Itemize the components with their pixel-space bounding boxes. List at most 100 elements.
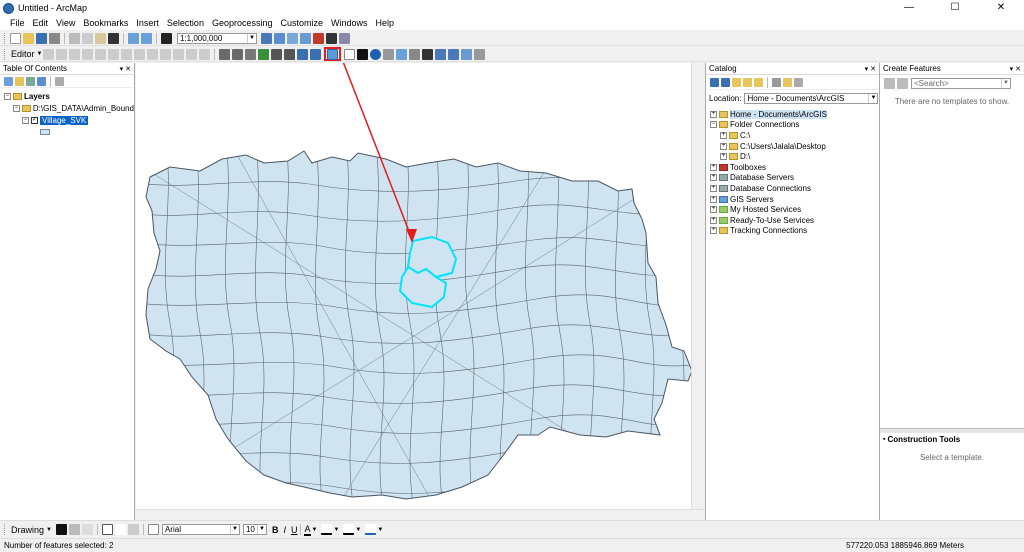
- trace-icon[interactable]: [95, 48, 107, 60]
- new-map-icon[interactable]: [10, 32, 21, 44]
- drawing-menu[interactable]: Drawing: [9, 525, 46, 535]
- fixed-zoom-in-icon[interactable]: [271, 48, 283, 60]
- expand-icon[interactable]: +: [710, 195, 717, 203]
- catalog-item-desktop[interactable]: + C:\Users\Jalala\Desktop: [706, 141, 879, 152]
- toggle-contents-icon[interactable]: [794, 77, 803, 87]
- find-icon[interactable]: [422, 48, 434, 60]
- font-color-button[interactable]: A: [304, 524, 311, 536]
- map-view[interactable]: [136, 63, 691, 509]
- catalog-item-database-connections[interactable]: + Database Connections: [706, 183, 879, 194]
- menu-view[interactable]: View: [52, 16, 79, 30]
- rotate-icon[interactable]: [68, 524, 80, 535]
- text-tool-icon[interactable]: [114, 524, 126, 535]
- copy-icon[interactable]: [82, 32, 93, 44]
- collapse-icon[interactable]: −: [22, 116, 29, 124]
- collapse-icon[interactable]: −: [13, 104, 20, 112]
- home-icon[interactable]: [743, 77, 752, 87]
- location-combo[interactable]: Home - Documents\ArcGIS ▼: [744, 92, 879, 104]
- catalog-item-ready-to-use[interactable]: + Ready-To-Use Services: [706, 215, 879, 226]
- back-icon[interactable]: [297, 48, 309, 60]
- html-popup-icon[interactable]: [396, 48, 408, 60]
- bold-button[interactable]: B: [272, 525, 279, 535]
- pin-close-icon[interactable]: ▾ ✕: [120, 65, 131, 73]
- select-by-rectangle-button[interactable]: [324, 47, 342, 61]
- catalog-window-icon[interactable]: [287, 32, 298, 44]
- line-color-icon[interactable]: [343, 524, 355, 535]
- cut-icon[interactable]: [69, 32, 80, 44]
- collapse-icon[interactable]: −: [710, 121, 717, 129]
- catalog-item-home[interactable]: + Home - Documents\ArcGIS: [706, 109, 879, 120]
- edit-vertices-icon[interactable]: [121, 48, 133, 60]
- rotate-icon[interactable]: [173, 48, 185, 60]
- close-button[interactable]: ✕: [978, 0, 1024, 16]
- expand-icon[interactable]: +: [710, 206, 717, 214]
- expand-icon[interactable]: +: [720, 131, 727, 139]
- viewer-window-icon[interactable]: [474, 48, 486, 60]
- expand-icon[interactable]: +: [720, 153, 727, 161]
- editor-menu[interactable]: Editor: [9, 49, 37, 59]
- expand-icon[interactable]: +: [710, 216, 717, 224]
- python-window-icon[interactable]: [326, 32, 337, 44]
- insert-text-icon[interactable]: [127, 524, 139, 535]
- search-window-icon[interactable]: [300, 32, 311, 44]
- straight-segment-icon[interactable]: [69, 48, 81, 60]
- add-data-icon[interactable]: [161, 32, 172, 44]
- redo-icon[interactable]: [141, 32, 152, 44]
- undo-icon[interactable]: [128, 32, 139, 44]
- menu-geoprocessing[interactable]: Geoprocessing: [208, 16, 277, 30]
- catalog-item-gis-servers[interactable]: + GIS Servers: [706, 194, 879, 205]
- save-icon[interactable]: [36, 32, 47, 44]
- list-by-visibility-icon[interactable]: [26, 76, 35, 86]
- catalog-item-toolboxes[interactable]: + Toolboxes: [706, 162, 879, 173]
- up-one-level-icon[interactable]: [732, 77, 741, 87]
- expand-icon[interactable]: +: [710, 174, 717, 182]
- zoom-to-elements-icon[interactable]: [81, 524, 93, 535]
- edit-annotation-icon[interactable]: [56, 48, 68, 60]
- layer-visibility-checkbox[interactable]: ✓: [31, 116, 38, 124]
- toc-layer-label[interactable]: Village_SVK: [40, 115, 89, 125]
- sketch-properties-icon[interactable]: [199, 48, 211, 60]
- toc-root-row[interactable]: − Layers: [0, 90, 134, 102]
- zoom-in-icon[interactable]: [219, 48, 231, 60]
- font-name-combo[interactable]: Arial ▼: [161, 524, 240, 535]
- fill-color-icon[interactable]: [321, 524, 333, 535]
- clear-selection-icon[interactable]: [344, 48, 356, 60]
- endpoint-arc-icon[interactable]: [82, 48, 94, 60]
- menu-edit[interactable]: Edit: [29, 16, 53, 30]
- collapse-icon[interactable]: −: [4, 92, 11, 100]
- list-by-selection-icon[interactable]: [37, 76, 46, 86]
- list-by-source-icon[interactable]: [15, 76, 24, 86]
- underline-button[interactable]: U: [291, 525, 298, 535]
- full-extent-icon[interactable]: [258, 48, 270, 60]
- catalog-item-d-drive[interactable]: + D:\: [706, 151, 879, 162]
- expand-icon[interactable]: +: [710, 227, 717, 235]
- point-icon[interactable]: [108, 48, 120, 60]
- catalog-item-c-drive[interactable]: + C:\: [706, 130, 879, 141]
- menu-windows[interactable]: Windows: [327, 16, 372, 30]
- toolbar-grip[interactable]: [4, 32, 7, 44]
- attributes-icon[interactable]: [186, 48, 198, 60]
- delete-icon[interactable]: [108, 32, 119, 44]
- new-folder-icon[interactable]: [783, 77, 792, 87]
- map-horizontal-scrollbar[interactable]: [136, 509, 704, 520]
- pin-close-icon[interactable]: ▾ ✕: [1010, 65, 1021, 73]
- reshape-icon[interactable]: [134, 48, 146, 60]
- map-vertical-scrollbar[interactable]: [691, 63, 704, 509]
- list-by-drawing-order-icon[interactable]: [4, 76, 13, 86]
- cut-polygons-icon[interactable]: [147, 48, 159, 60]
- forward-icon[interactable]: [310, 48, 322, 60]
- identify-icon[interactable]: [370, 48, 382, 60]
- pan-icon[interactable]: [245, 48, 257, 60]
- back-icon[interactable]: [710, 77, 719, 87]
- rectangle-icon[interactable]: [101, 524, 113, 535]
- paste-icon[interactable]: [95, 32, 106, 44]
- select-elements-icon[interactable]: [55, 524, 67, 535]
- catalog-item-tracking[interactable]: + Tracking Connections: [706, 226, 879, 237]
- toc-symbol-row[interactable]: [0, 126, 134, 138]
- catalog-item-hosted-services[interactable]: + My Hosted Services: [706, 204, 879, 215]
- find-route-icon[interactable]: [435, 48, 447, 60]
- table-of-contents-icon[interactable]: [274, 32, 285, 44]
- minimize-button[interactable]: —: [886, 0, 932, 16]
- zoom-out-icon[interactable]: [232, 48, 244, 60]
- collapse-icon[interactable]: ▪: [883, 436, 885, 443]
